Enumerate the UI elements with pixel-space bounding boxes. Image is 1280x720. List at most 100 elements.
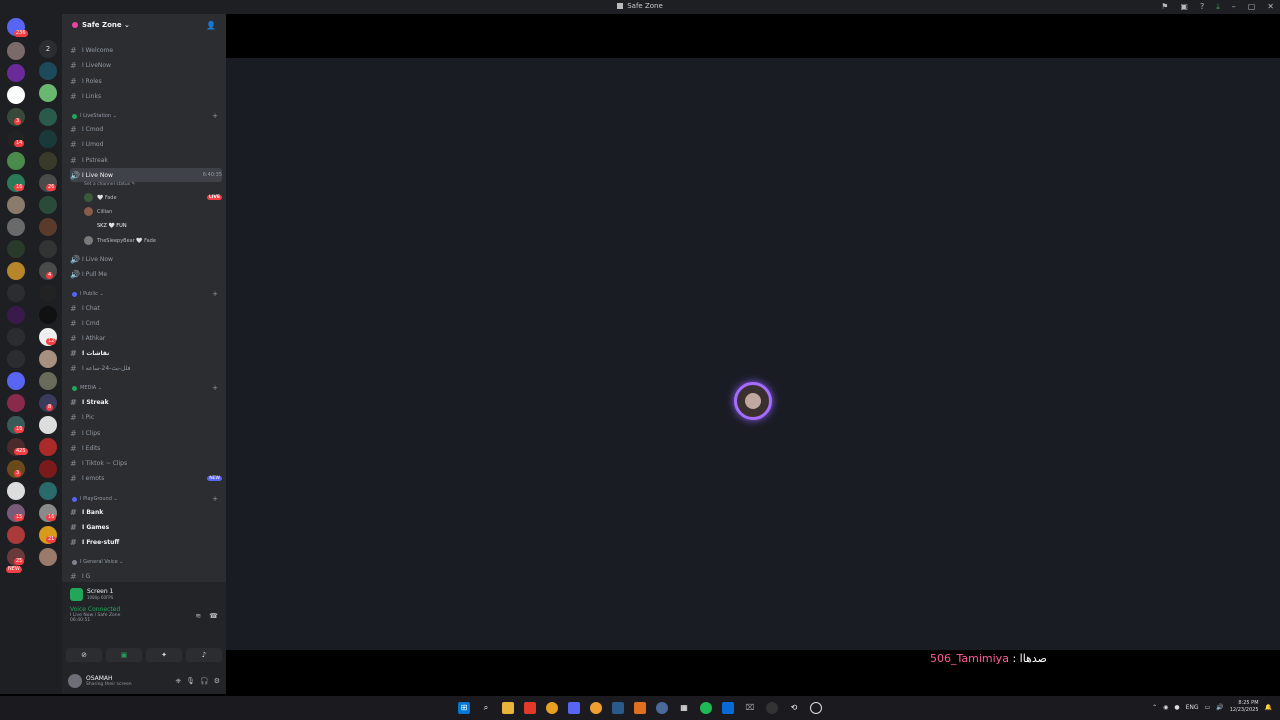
category-public[interactable]: I Public ⌄ + bbox=[72, 290, 218, 298]
server-icon[interactable] bbox=[39, 548, 57, 566]
voice-member[interactable]: TheSleepyBear 🤍 Fade bbox=[84, 234, 222, 247]
channel-games[interactable]: # I Games bbox=[70, 520, 222, 534]
game-icon[interactable]: ⎈ bbox=[176, 677, 182, 686]
app-icon[interactable] bbox=[590, 702, 602, 714]
channel-chat[interactable]: # I Chat bbox=[70, 301, 222, 315]
server-icon[interactable] bbox=[39, 84, 57, 102]
server-icon[interactable] bbox=[7, 86, 25, 104]
server-icon[interactable] bbox=[7, 526, 25, 544]
activities-button[interactable]: ✦ bbox=[146, 648, 182, 662]
volume-icon[interactable]: 🔊 bbox=[1216, 704, 1223, 711]
server-icon[interactable] bbox=[39, 284, 57, 302]
add-channel-icon[interactable]: + bbox=[212, 495, 218, 503]
channel-cmod[interactable]: # I Cmod bbox=[70, 122, 222, 136]
server-icon[interactable] bbox=[39, 306, 57, 324]
server-icon[interactable] bbox=[7, 394, 25, 412]
discord-icon[interactable] bbox=[568, 702, 580, 714]
voice-channel-pull-me[interactable]: 🔊 I Pull Me bbox=[70, 267, 222, 281]
category-general-voice[interactable]: I General Voice ⌄ bbox=[72, 559, 218, 565]
server-icon[interactable] bbox=[39, 130, 57, 148]
category-playground[interactable]: I PlayGround ⌄ + bbox=[72, 495, 218, 503]
app-tray-icon[interactable]: ● bbox=[1174, 704, 1179, 711]
server-icon[interactable] bbox=[39, 240, 57, 258]
server-icon[interactable] bbox=[7, 372, 25, 390]
voice-member[interactable]: 🤍 Fade LIVE bbox=[84, 191, 222, 204]
channel-pstreak[interactable]: # I Pstreak bbox=[70, 153, 222, 167]
channel-stream-24h[interactable]: # I فلل-بث-24-ساعه bbox=[70, 361, 222, 375]
server-icon[interactable] bbox=[7, 42, 25, 60]
channel-streak[interactable]: # I Streak bbox=[70, 395, 222, 409]
chrome-icon[interactable] bbox=[546, 702, 558, 714]
channel-roles[interactable]: # I Roles bbox=[70, 74, 222, 88]
server-icon[interactable] bbox=[39, 62, 57, 80]
server-icon[interactable] bbox=[7, 64, 25, 82]
obs-icon[interactable] bbox=[766, 702, 778, 714]
channel-links[interactable]: # I Links bbox=[70, 89, 222, 103]
spotify-icon[interactable] bbox=[700, 702, 712, 714]
channel-general[interactable]: # I G bbox=[70, 569, 222, 583]
channel-pic[interactable]: # I Pic bbox=[70, 410, 222, 424]
server-icon[interactable] bbox=[7, 306, 25, 324]
noise-suppression-icon[interactable]: ≋ bbox=[195, 612, 201, 620]
channel-free-stuff[interactable]: # I Free-stuff bbox=[70, 535, 222, 549]
server-icon[interactable] bbox=[7, 262, 25, 280]
channel-clips[interactable]: # I Clips bbox=[70, 426, 222, 440]
server-icon[interactable] bbox=[39, 416, 57, 434]
stream-view[interactable] bbox=[226, 58, 1280, 650]
lang-indicator[interactable]: ENG bbox=[1186, 704, 1199, 711]
server-icon[interactable] bbox=[39, 460, 57, 478]
voice-channel-live-now-2[interactable]: 🔊 I Live Now bbox=[70, 252, 222, 266]
start-icon[interactable]: ⊞ bbox=[458, 702, 470, 714]
avatar[interactable] bbox=[68, 674, 82, 688]
disconnect-icon[interactable]: ☎ bbox=[209, 612, 218, 620]
server-icon[interactable] bbox=[39, 218, 57, 236]
app-icon[interactable]: ▦ bbox=[678, 702, 690, 714]
inbox-icon[interactable]: ▣ bbox=[1180, 2, 1188, 12]
channel-bank[interactable]: # I Bank bbox=[70, 505, 222, 519]
close-button[interactable]: ✕ bbox=[1267, 2, 1274, 12]
server-icon[interactable] bbox=[7, 350, 25, 368]
screen-share-button[interactable]: ▣ bbox=[106, 648, 142, 662]
channel-cmd[interactable]: # I Cmd bbox=[70, 316, 222, 330]
steam-icon[interactable] bbox=[612, 702, 624, 714]
app-icon[interactable] bbox=[634, 702, 646, 714]
server-icon[interactable] bbox=[39, 108, 57, 126]
category-livestation[interactable]: I LiveStation ⌄ + bbox=[72, 112, 218, 120]
server-icon[interactable] bbox=[39, 482, 57, 500]
server-icon[interactable] bbox=[7, 152, 25, 170]
mic-icon[interactable]: 🎙 bbox=[186, 677, 195, 686]
clock[interactable]: 8:25 PM 12/23/2025 bbox=[1230, 700, 1259, 714]
server-icon[interactable] bbox=[39, 438, 57, 456]
server-icon[interactable] bbox=[7, 328, 25, 346]
camera-off-button[interactable]: ⊘ bbox=[66, 648, 102, 662]
voice-member[interactable]: Cillian bbox=[84, 205, 222, 218]
settings-icon[interactable]: ⚙ bbox=[214, 677, 220, 686]
app-icon[interactable]: ⟲ bbox=[788, 702, 800, 714]
server-icon[interactable] bbox=[7, 284, 25, 302]
app-tray-icon[interactable]: ◉ bbox=[1163, 704, 1168, 711]
app-icon[interactable] bbox=[722, 702, 734, 714]
minimize-button[interactable]: – bbox=[1232, 2, 1236, 12]
soundboard-button[interactable]: ♪ bbox=[186, 648, 222, 662]
file-explorer-icon[interactable] bbox=[502, 702, 514, 714]
maximize-button[interactable]: ▢ bbox=[1248, 2, 1256, 12]
video-app-icon[interactable] bbox=[524, 702, 536, 714]
server-icon[interactable] bbox=[7, 240, 25, 258]
app-icon[interactable]: ⌧ bbox=[744, 702, 756, 714]
channel-emots[interactable]: # I emots NEW bbox=[70, 471, 222, 485]
screen-share-row[interactable]: Screen 1 1080p 60FPS bbox=[70, 586, 220, 602]
speaking-avatar[interactable] bbox=[734, 382, 772, 420]
channel-welcome[interactable]: # I Welcome bbox=[70, 43, 222, 57]
headphones-icon[interactable]: 🎧 bbox=[200, 677, 209, 686]
server-icon[interactable] bbox=[7, 218, 25, 236]
add-channel-icon[interactable]: + bbox=[212, 112, 218, 120]
server-icon[interactable] bbox=[39, 152, 57, 170]
channel-livenow[interactable]: # I LiveNow bbox=[70, 58, 222, 72]
server-header[interactable]: Safe Zone ⌄ 👤 bbox=[62, 14, 226, 36]
voice-member[interactable]: SKZ 🤍 FUN bbox=[84, 219, 222, 232]
server-icon[interactable] bbox=[39, 372, 57, 390]
server-icon[interactable] bbox=[7, 196, 25, 214]
server-icon[interactable] bbox=[39, 196, 57, 214]
channel-edits[interactable]: # I Edits bbox=[70, 441, 222, 455]
pin-icon[interactable]: ⚑ bbox=[1161, 2, 1168, 12]
